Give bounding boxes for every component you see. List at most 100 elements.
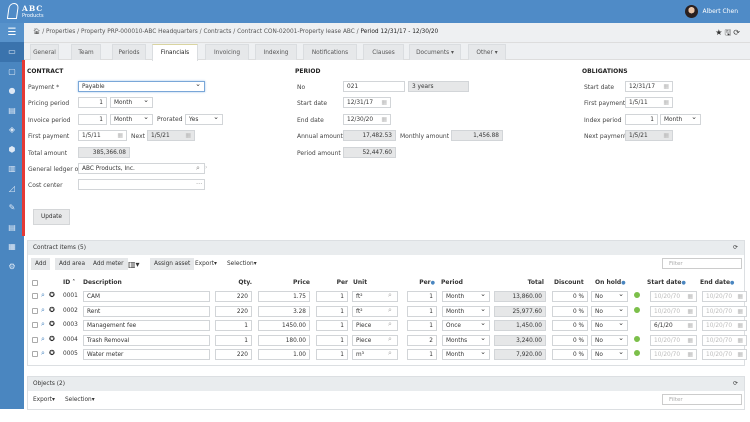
row-end-date[interactable]: 10/20/70 — [702, 349, 747, 360]
row-on-hold-select[interactable]: No — [591, 335, 628, 346]
col-qty[interactable]: Qty. — [215, 279, 252, 286]
help-icon[interactable]: ● — [621, 280, 625, 286]
row-end-date[interactable]: 10/20/70 — [702, 306, 747, 317]
row-qty-input[interactable]: 220 — [215, 306, 252, 317]
items-filter-input[interactable]: Filter — [662, 258, 742, 269]
cube-icon[interactable]: ⬢ — [0, 140, 24, 160]
index-period-unit[interactable]: Month — [660, 114, 701, 125]
row-price-input[interactable]: 1.00 — [258, 349, 310, 360]
help-icon[interactable]: ● — [730, 280, 734, 286]
pricing-period-unit[interactable]: Month — [110, 97, 153, 108]
row-period-select[interactable]: Once — [442, 320, 490, 331]
refresh-icon[interactable]: ⟳ — [733, 245, 738, 251]
search-icon[interactable]: ⌕ — [388, 349, 392, 358]
view-icon[interactable]: ⌕ — [41, 306, 45, 315]
tab-general[interactable]: General — [30, 44, 59, 60]
row-per-input[interactable]: 1 — [316, 306, 348, 317]
col-total[interactable]: Total — [494, 279, 544, 286]
period-end-date[interactable]: 12/30/20 — [343, 114, 391, 125]
row-checkbox[interactable] — [32, 322, 38, 328]
home-icon[interactable]: 🏠︎ — [33, 29, 40, 35]
col-unit[interactable]: Unit — [353, 279, 367, 286]
ellipsis-icon[interactable]: … — [196, 179, 202, 186]
row-per-input[interactable]: 1 — [316, 349, 348, 360]
row-on-hold-select[interactable]: No — [591, 349, 628, 360]
row-per-input[interactable]: 1 — [316, 291, 348, 302]
assign-asset-button[interactable]: Assign asset — [150, 258, 195, 270]
prorated-select[interactable]: Yes — [185, 114, 223, 125]
row-per2-input[interactable]: 2 — [407, 335, 437, 346]
obligations-first-payment-date[interactable]: 1/5/11 — [625, 97, 673, 108]
row-start-date[interactable]: 10/20/70 — [650, 349, 697, 360]
building-dropdown-icon[interactable]: ▥▾ — [128, 258, 140, 270]
row-per-input[interactable]: 1 — [316, 335, 348, 346]
tab-indexing[interactable]: Indexing — [255, 44, 297, 60]
general-ledger-input[interactable]: ABC Products, Inc. — [78, 163, 205, 174]
row-start-date[interactable]: 10/20/70 — [650, 306, 697, 317]
search-icon[interactable]: ⌕ — [196, 164, 200, 173]
settings-icon[interactable]: ✪ — [49, 320, 55, 328]
index-period-qty[interactable]: 1 — [625, 114, 658, 125]
objects-export-dropdown[interactable]: Export ▾ — [33, 394, 55, 406]
breadcrumb-contracts[interactable]: Contracts — [203, 29, 231, 35]
col-start-date[interactable]: Start date● — [647, 279, 686, 286]
col-on-hold[interactable]: On hold● — [595, 279, 626, 286]
search-icon[interactable]: ⌕ — [388, 320, 392, 329]
search-icon[interactable]: ⌕ — [388, 335, 392, 344]
tab-invoicing[interactable]: Invoicing — [205, 44, 249, 60]
tag-icon[interactable]: ◈ — [0, 120, 24, 140]
row-qty-input[interactable]: 220 — [215, 349, 252, 360]
col-end-date[interactable]: End date● — [700, 279, 734, 286]
export-dropdown[interactable]: Export ▾ — [195, 258, 217, 270]
add-meter-button[interactable]: Add meter — [89, 258, 128, 270]
bar-chart-icon[interactable]: ▦ — [0, 237, 24, 257]
logo[interactable]: ABC Products — [6, 3, 44, 19]
cost-center-input[interactable] — [78, 179, 205, 190]
col-period[interactable]: Period — [441, 279, 463, 286]
col-id[interactable]: ID ˄ — [63, 279, 75, 286]
row-per2-input[interactable]: 1 — [407, 320, 437, 331]
square-icon[interactable]: ▢ — [0, 62, 24, 82]
tab-notifications[interactable]: Notifications — [303, 44, 357, 60]
row-on-hold-select[interactable]: No — [591, 306, 628, 317]
settings-icon[interactable]: ✪ — [49, 349, 55, 357]
row-qty-input[interactable]: 1 — [215, 335, 252, 346]
row-description-input[interactable]: Water meter — [83, 349, 210, 360]
selection-dropdown[interactable]: Selection ▾ — [227, 258, 257, 270]
row-discount-input[interactable]: 0 % — [552, 291, 588, 302]
objects-selection-dropdown[interactable]: Selection ▾ — [65, 394, 95, 406]
search-icon[interactable]: ⌕ — [388, 291, 392, 300]
view-icon[interactable]: ⌕ — [41, 335, 45, 344]
col-discount[interactable]: Discount — [554, 279, 584, 286]
row-start-date[interactable]: 10/20/70 — [650, 291, 697, 302]
gear-icon[interactable]: ⚙ — [0, 257, 24, 277]
user-icon[interactable]: ● — [0, 81, 24, 101]
row-price-input[interactable]: 180.00 — [258, 335, 310, 346]
row-period-select[interactable]: Month — [442, 306, 490, 317]
refresh-icon[interactable]: ⟳ — [733, 28, 742, 37]
row-price-input[interactable]: 3.28 — [258, 306, 310, 317]
row-period-select[interactable]: Month — [442, 349, 490, 360]
period-start-date[interactable]: 12/31/17 — [343, 97, 391, 108]
row-period-select[interactable]: Month — [442, 291, 490, 302]
tab-financials[interactable]: Financials — [152, 44, 198, 61]
settings-icon[interactable]: ✪ — [49, 306, 55, 314]
invoice-period-qty[interactable]: 1 — [78, 114, 107, 125]
row-qty-input[interactable]: 1 — [215, 320, 252, 331]
tab-documents[interactable]: Documents ▾ — [409, 44, 461, 60]
row-discount-input[interactable]: 0 % — [552, 349, 588, 360]
tab-clauses[interactable]: Clauses — [363, 44, 404, 60]
report-icon[interactable]: ▤ — [0, 218, 24, 238]
row-per2-input[interactable]: 1 — [407, 306, 437, 317]
breadcrumb-contract[interactable]: Contract CON-02001-Property lease ABC — [237, 29, 355, 35]
row-checkbox[interactable] — [32, 351, 38, 357]
view-icon[interactable]: ⌕ — [41, 291, 45, 300]
settings-icon[interactable]: ✪ — [49, 291, 55, 299]
tab-team[interactable]: Team — [71, 44, 101, 60]
help-icon[interactable]: ● — [681, 280, 685, 286]
settings-icon[interactable]: ✪ — [49, 335, 55, 343]
save-icon[interactable]: 🖫 — [724, 28, 733, 37]
edit-icon[interactable]: ✎ — [0, 198, 24, 218]
row-price-input[interactable]: 1.75 — [258, 291, 310, 302]
row-discount-input[interactable]: 0 % — [552, 306, 588, 317]
